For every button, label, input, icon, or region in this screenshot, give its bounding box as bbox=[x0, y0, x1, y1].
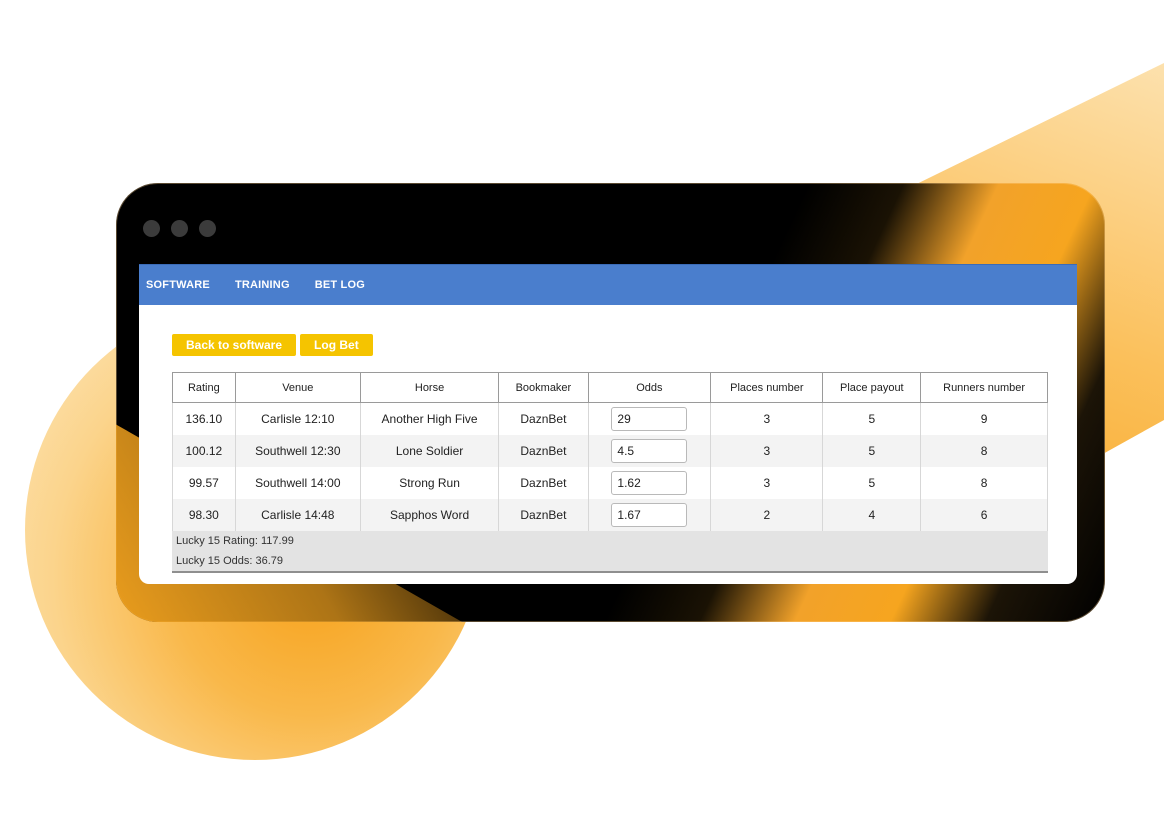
app-screen: SOFTWARE TRAINING BET LOG Back to softwa… bbox=[139, 264, 1077, 584]
lucky-15-summary: Lucky 15 Rating: 117.99 Lucky 15 Odds: 3… bbox=[172, 531, 1048, 573]
bets-table: Rating Venue Horse Bookmaker Odds Places… bbox=[172, 372, 1048, 531]
back-to-software-button[interactable]: Back to software bbox=[172, 334, 297, 356]
cell-place-payout: 5 bbox=[822, 435, 922, 467]
header-runners-number: Runners number bbox=[920, 372, 1048, 403]
cell-place-payout: 4 bbox=[822, 499, 922, 531]
header-odds: Odds bbox=[587, 372, 712, 403]
header-venue: Venue bbox=[234, 372, 361, 403]
stage: SOFTWARE TRAINING BET LOG Back to softwa… bbox=[0, 0, 1169, 818]
window-dot-icon bbox=[171, 220, 188, 237]
cell-place-payout: 5 bbox=[822, 467, 922, 499]
lucky-15-odds: Lucky 15 Odds: 36.79 bbox=[176, 555, 284, 567]
cell-venue: Carlisle 12:10 bbox=[235, 402, 361, 435]
header-rating: Rating bbox=[172, 372, 236, 403]
toolbar: Back to software Log Bet bbox=[172, 334, 373, 356]
table-row: 99.57 Southwell 14:00 Strong Run DaznBet… bbox=[172, 467, 1048, 499]
cell-odds bbox=[588, 435, 712, 467]
odds-input[interactable] bbox=[611, 471, 688, 495]
cell-rating: 98.30 bbox=[172, 499, 236, 531]
header-places-number: Places number bbox=[710, 372, 824, 403]
cell-places-number: 2 bbox=[710, 499, 824, 531]
table-row: 100.12 Southwell 12:30 Lone Soldier Dazn… bbox=[172, 435, 1048, 467]
cell-venue: Southwell 12:30 bbox=[235, 435, 361, 467]
cell-bookmaker: DaznBet bbox=[498, 435, 589, 467]
header-bookmaker: Bookmaker bbox=[498, 372, 589, 403]
table-header-row: Rating Venue Horse Bookmaker Odds Places… bbox=[172, 372, 1048, 403]
cell-places-number: 3 bbox=[710, 435, 824, 467]
cell-odds bbox=[588, 467, 712, 499]
window-dot-icon bbox=[199, 220, 216, 237]
table-row: 136.10 Carlisle 12:10 Another High Five … bbox=[172, 402, 1048, 435]
cell-odds bbox=[588, 499, 712, 531]
bets-table-container: Rating Venue Horse Bookmaker Odds Places… bbox=[172, 372, 1048, 573]
odds-input[interactable] bbox=[611, 407, 688, 431]
window-dot-icon bbox=[143, 220, 160, 237]
cell-horse: Another High Five bbox=[360, 402, 500, 435]
top-navbar: SOFTWARE TRAINING BET LOG bbox=[139, 264, 1077, 305]
cell-bookmaker: DaznBet bbox=[498, 499, 589, 531]
cell-place-payout: 5 bbox=[822, 402, 922, 435]
cell-horse: Sapphos Word bbox=[360, 499, 500, 531]
nav-item-software[interactable]: SOFTWARE bbox=[146, 279, 210, 291]
lucky-15-rating: Lucky 15 Rating: 117.99 bbox=[176, 535, 294, 547]
cell-horse: Strong Run bbox=[360, 467, 500, 499]
cell-rating: 136.10 bbox=[172, 402, 236, 435]
table-row: 98.30 Carlisle 14:48 Sapphos Word DaznBe… bbox=[172, 499, 1048, 531]
header-horse: Horse bbox=[359, 372, 500, 403]
cell-places-number: 3 bbox=[710, 402, 824, 435]
cell-bookmaker: DaznBet bbox=[498, 402, 589, 435]
cell-venue: Carlisle 14:48 bbox=[235, 499, 361, 531]
log-bet-button[interactable]: Log Bet bbox=[300, 334, 373, 356]
cell-horse: Lone Soldier bbox=[360, 435, 500, 467]
nav-item-training[interactable]: TRAINING bbox=[235, 279, 290, 291]
cell-runners-number: 8 bbox=[920, 435, 1048, 467]
nav-item-bet-log[interactable]: BET LOG bbox=[315, 279, 365, 291]
cell-runners-number: 8 bbox=[920, 467, 1048, 499]
cell-bookmaker: DaznBet bbox=[498, 467, 589, 499]
cell-rating: 100.12 bbox=[172, 435, 236, 467]
cell-venue: Southwell 14:00 bbox=[235, 467, 361, 499]
cell-places-number: 3 bbox=[710, 467, 824, 499]
cell-odds bbox=[588, 402, 712, 435]
cell-runners-number: 6 bbox=[920, 499, 1048, 531]
header-place-payout: Place payout bbox=[822, 372, 922, 403]
cell-runners-number: 9 bbox=[920, 402, 1048, 435]
cell-rating: 99.57 bbox=[172, 467, 236, 499]
odds-input[interactable] bbox=[611, 439, 688, 463]
odds-input[interactable] bbox=[611, 503, 688, 527]
